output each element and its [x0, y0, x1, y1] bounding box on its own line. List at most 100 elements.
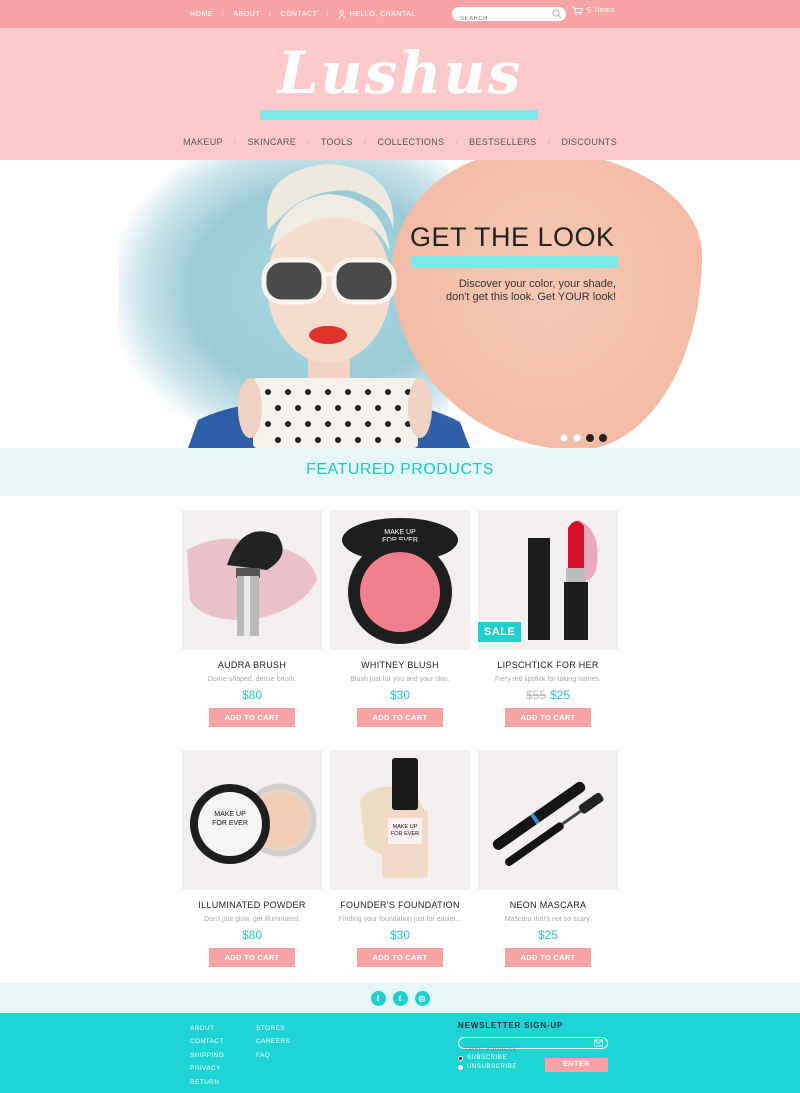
top-link-about[interactable]: ABOUT — [233, 11, 260, 18]
footer-link-privacy[interactable]: PRIVACY — [190, 1062, 224, 1075]
footer-link-return[interactable]: RETURN — [190, 1076, 224, 1089]
top-nav: HOME / ABOUT / CONTACT / HELLO, CHANTAL — [190, 0, 416, 28]
model-image — [188, 164, 470, 448]
email-field[interactable] — [459, 1045, 589, 1055]
product-price: $30 — [330, 688, 470, 702]
product-image[interactable]: MAKE UP FOR EVER — [330, 510, 470, 650]
nav-tools[interactable]: TOOLS — [321, 137, 353, 147]
email-field-wrapper — [458, 1037, 608, 1055]
product-card: MAKE UP FOR EVER FOUNDER'S FOUNDATION Fi… — [330, 750, 470, 967]
nav-collections[interactable]: COLLECTIONS — [378, 137, 445, 147]
product-name[interactable]: LIPSCHTICK FOR HER — [478, 660, 618, 670]
search-icon[interactable] — [552, 9, 562, 19]
brush-image — [187, 531, 317, 636]
top-bar: HOME / ABOUT / CONTACT / HELLO, CHANTAL … — [0, 0, 800, 28]
cart-icon — [572, 6, 583, 15]
cart-label: Items — [594, 7, 615, 14]
footer: ABOUT CONTACT SHIPPING PRIVACY RETURN ST… — [0, 1013, 800, 1093]
product-price: $80 — [182, 928, 322, 942]
product-image[interactable]: SALE — [478, 510, 618, 650]
hero-underline — [411, 256, 618, 268]
add-to-cart-button[interactable]: ADD TO CART — [357, 948, 443, 967]
nav-skincare[interactable]: SKINCARE — [248, 137, 296, 147]
product-image[interactable]: MAKE UP FOR EVER — [330, 750, 470, 890]
product-price: $55 $25 — [478, 688, 618, 702]
slider-dot-2[interactable] — [573, 434, 581, 442]
footer-link-shipping[interactable]: SHIPPING — [190, 1049, 224, 1062]
divider: / — [233, 137, 237, 147]
add-to-cart-button[interactable]: ADD TO CART — [357, 708, 443, 727]
mail-icon — [594, 1039, 603, 1047]
product-image[interactable] — [182, 510, 322, 650]
hero-slider: GET THE LOOK Discover your color, your s… — [0, 160, 800, 448]
user-greeting[interactable]: HELLO, CHANTAL — [350, 11, 416, 18]
old-price: $55 — [525, 688, 546, 702]
product-price: $30 — [330, 928, 470, 942]
svg-text:MAKE UP: MAKE UP — [214, 811, 246, 818]
powder-image: MAKE UP FOR EVER — [190, 783, 317, 864]
hero-title: GET THE LOOK — [410, 222, 615, 252]
twitter-icon[interactable]: t — [392, 990, 408, 1006]
svg-text:FOR EVER: FOR EVER — [391, 831, 419, 837]
instagram-icon[interactable]: ◎ — [414, 990, 430, 1006]
divider: / — [547, 137, 551, 147]
product-image[interactable] — [478, 750, 618, 890]
hero-subtitle-line: Discover your color, your shade, — [458, 278, 616, 290]
sale-badge: SALE — [478, 622, 522, 642]
product-description: Don't just glow, get illuminated. — [204, 916, 300, 923]
facebook-icon[interactable]: f — [370, 990, 386, 1006]
logo-underline — [260, 110, 538, 120]
product-price: $25 — [478, 928, 618, 942]
price: $80 — [241, 928, 263, 942]
blush-image: MAKE UP FOR EVER — [342, 518, 458, 644]
enter-button[interactable]: ENTER — [545, 1058, 608, 1072]
unsubscribe-label: UNSUBSCRIBE — [467, 1064, 517, 1070]
hero-subtitle-line: don't get this look. Get YOUR look! — [445, 291, 616, 303]
logo[interactable]: Lushus — [260, 38, 540, 120]
product-name[interactable]: ILLUMINATED POWDER — [182, 900, 322, 910]
radio-selected[interactable] — [458, 1055, 463, 1061]
add-to-cart-button[interactable]: ADD TO CART — [505, 708, 591, 727]
product-card: MAKE UP FOR EVER WHITNEY BLUSH Blush jus… — [330, 510, 470, 727]
footer-link-contact[interactable]: CONTACT — [190, 1035, 224, 1048]
subscribe-label: SUBSCRIBE — [467, 1055, 508, 1061]
add-to-cart-button[interactable]: ADD TO CART — [209, 708, 295, 727]
divider: / — [222, 10, 225, 18]
svg-text:FOR EVER: FOR EVER — [212, 820, 248, 827]
slider-dots — [560, 434, 607, 442]
product-name[interactable]: FOUNDER'S FOUNDATION — [330, 900, 470, 910]
subscribe-radio[interactable]: SUBSCRIBE — [458, 1055, 507, 1061]
product-image[interactable]: MAKE UP FOR EVER — [182, 750, 322, 890]
radio-unselected[interactable] — [458, 1064, 463, 1070]
add-to-cart-button[interactable]: ADD TO CART — [505, 948, 591, 967]
nav-bestsellers[interactable]: BESTSELLERS — [469, 137, 536, 147]
footer-link-about[interactable]: ABOUT — [190, 1022, 224, 1035]
product-name[interactable]: WHITNEY BLUSH — [330, 660, 470, 670]
top-link-contact[interactable]: CONTACT — [281, 11, 318, 18]
product-card: AUDRA BRUSH Dome-shaped, dense brush. $8… — [182, 510, 322, 727]
top-link-home[interactable]: HOME — [190, 11, 213, 18]
product-card: SALE LIPSCHTICK FOR HER Fiery red lipsti… — [478, 510, 618, 727]
slider-dot-1[interactable] — [560, 434, 568, 442]
divider: / — [307, 137, 310, 147]
footer-link-stores[interactable]: STORES — [256, 1022, 290, 1035]
search-input[interactable] — [452, 12, 544, 26]
user-icon — [338, 10, 346, 18]
divider: / — [269, 10, 272, 18]
price: $25 — [550, 688, 571, 702]
logo-text: Lushus — [277, 39, 523, 107]
nav-discounts[interactable]: DISCOUNTS — [561, 137, 617, 147]
cart-button[interactable]: 5 Items — [572, 6, 615, 15]
footer-link-careers[interactable]: CAREERS — [256, 1035, 290, 1048]
nav-makeup[interactable]: MAKEUP — [183, 137, 223, 147]
product-name[interactable]: NEON MASCARA — [478, 900, 618, 910]
footer-link-faq[interactable]: FAQ — [256, 1049, 290, 1062]
add-to-cart-button[interactable]: ADD TO CART — [209, 948, 295, 967]
price: $80 — [241, 688, 263, 702]
divider: / — [363, 137, 367, 147]
product-name[interactable]: AUDRA BRUSH — [182, 660, 322, 670]
slider-dot-3[interactable] — [586, 434, 594, 442]
footer-links-col2: STORES CAREERS FAQ — [256, 1022, 290, 1062]
unsubscribe-radio[interactable]: UNSUBSCRIBE — [458, 1064, 517, 1070]
slider-dot-4[interactable] — [599, 434, 607, 442]
